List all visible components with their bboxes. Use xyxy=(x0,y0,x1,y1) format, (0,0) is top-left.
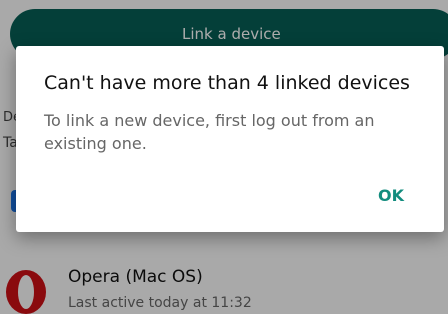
dialog-message: To link a new device, first log out from… xyxy=(44,111,375,153)
ok-button[interactable]: OK xyxy=(378,186,404,205)
dialog-title: Can't have more than 4 linked devices xyxy=(44,72,410,94)
alert-dialog: Can't have more than 4 linked devices To… xyxy=(16,46,444,232)
